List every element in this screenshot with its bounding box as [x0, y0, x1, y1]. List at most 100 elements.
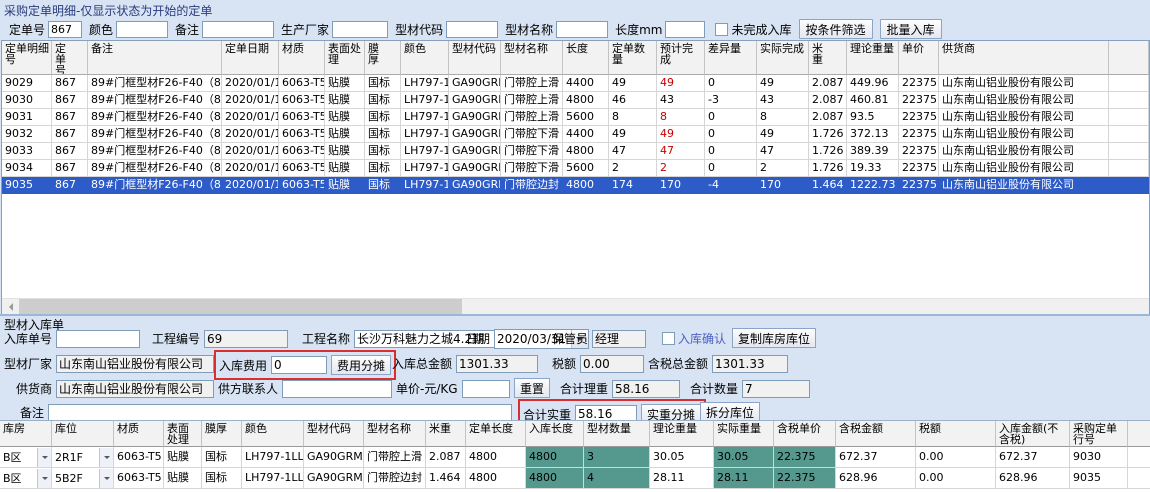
supplier-contact-input[interactable] — [282, 380, 392, 398]
dropdown-arrow-icon[interactable] — [37, 448, 51, 467]
column-header[interactable]: 米 重 — [809, 41, 847, 75]
column-header[interactable]: 实际完成 — [757, 41, 809, 75]
fee-share-button[interactable]: 费用分摊 — [331, 355, 391, 375]
column-header[interactable]: 实际重量 — [714, 421, 774, 447]
table-cell[interactable]: 628.96 — [996, 468, 1070, 489]
table-row[interactable]: 903186789#门框型材F26-F40（866+867）2020/01/13… — [2, 109, 1149, 126]
table-cell[interactable] — [1128, 468, 1150, 489]
table-row[interactable]: 903486789#门框型材F26-F40（866+867）2020/01/13… — [2, 160, 1149, 177]
column-header[interactable]: 理论重量 — [650, 421, 714, 447]
column-header[interactable]: 型材名称 — [364, 421, 426, 447]
table-row[interactable]: 903386789#门框型材F26-F40（866+867）2020/01/13… — [2, 143, 1149, 160]
table-cell[interactable]: 国标 — [202, 468, 242, 489]
split-location-button[interactable]: 拆分库位 — [700, 402, 760, 422]
column-header[interactable]: 预计完成 — [657, 41, 705, 75]
dropdown-arrow-icon[interactable] — [99, 448, 113, 467]
table-cell[interactable]: 门带腔上滑 — [364, 447, 426, 468]
unit-price-input[interactable] — [462, 380, 510, 398]
table-cell[interactable]: 4800 — [526, 468, 584, 489]
supplier-input[interactable] — [56, 380, 214, 398]
column-header[interactable]: 单价 — [899, 41, 939, 75]
column-header[interactable] — [1109, 41, 1149, 75]
column-header[interactable]: 材质 — [279, 41, 325, 75]
table-cell[interactable]: 4800 — [466, 447, 526, 468]
table-cell[interactable]: 贴膜 — [164, 468, 202, 489]
column-header[interactable]: 表面处理 — [325, 41, 365, 75]
inbound-confirm-checkbox[interactable] — [662, 332, 675, 345]
table-cell[interactable]: GA90GRM05 — [304, 468, 364, 489]
table-cell[interactable]: 4800 — [526, 447, 584, 468]
table-cell[interactable]: 30.05 — [714, 447, 774, 468]
table-cell[interactable]: 6063-T5 — [114, 447, 164, 468]
table-cell[interactable]: 国标 — [202, 447, 242, 468]
table-cell[interactable]: 672.37 — [996, 447, 1070, 468]
table-row[interactable]: B区5B2F6063-T5贴膜国标LH797-1LL0GA90GRM05门带腔边… — [0, 468, 1150, 489]
table-cell[interactable]: 0.00 — [916, 447, 996, 468]
filter-profile-name-input[interactable] — [556, 21, 608, 38]
column-header[interactable]: 定 单 号 — [52, 41, 88, 75]
table-cell[interactable]: 2R1F — [52, 447, 114, 468]
table-cell[interactable]: 2.087 — [426, 447, 466, 468]
table-cell[interactable]: 22.375 — [774, 468, 836, 489]
table-row[interactable]: 903286789#门框型材F26-F40（866+867）2020/01/13… — [2, 126, 1149, 143]
column-header[interactable]: 备注 — [88, 41, 222, 75]
column-header[interactable]: 长度 — [563, 41, 609, 75]
filter-order-no-input[interactable] — [48, 21, 82, 38]
filter-color-input[interactable] — [116, 21, 168, 38]
table-cell[interactable]: 672.37 — [836, 447, 916, 468]
batch-inbound-button[interactable]: 批量入库 — [880, 19, 942, 39]
copy-warehouse-location-button[interactable]: 复制库房库位 — [732, 328, 816, 348]
filter-manufacturer-input[interactable] — [332, 21, 388, 38]
filter-remark-input[interactable] — [202, 21, 274, 38]
column-header[interactable]: 膜 厚 — [365, 41, 401, 75]
table-cell[interactable]: 9035 — [1070, 468, 1128, 489]
table-cell[interactable]: 6063-T5 — [114, 468, 164, 489]
table-row[interactable]: B区2R1F6063-T5贴膜国标LH797-1LL0GA90GRM03门带腔上… — [0, 447, 1150, 468]
table-cell[interactable]: 0.00 — [916, 468, 996, 489]
table-cell[interactable]: 28.11 — [650, 468, 714, 489]
inbound-no-input[interactable] — [56, 330, 140, 348]
column-header[interactable]: 入库金额(不含税) — [996, 421, 1070, 447]
table-row[interactable]: 903086789#门框型材F26-F40（866+867）2020/01/13… — [2, 92, 1149, 109]
table-cell[interactable]: 4800 — [466, 468, 526, 489]
column-header[interactable]: 入库长度 — [526, 421, 584, 447]
keeper-input[interactable] — [592, 330, 646, 348]
manufacturer-input[interactable] — [56, 355, 214, 373]
column-header[interactable]: 库位 — [52, 421, 114, 447]
column-header[interactable]: 表面处理 — [164, 421, 202, 447]
column-header[interactable] — [1128, 421, 1150, 447]
column-header[interactable]: 膜厚 — [202, 421, 242, 447]
scroll-left-arrow-icon[interactable] — [2, 299, 18, 314]
table-row[interactable]: 902986789#门框型材F26-F40（866+867）2020/01/13… — [2, 75, 1149, 92]
horizontal-scrollbar[interactable] — [2, 298, 1149, 314]
table-cell[interactable] — [1128, 447, 1150, 468]
column-header[interactable]: 定单日期 — [222, 41, 279, 75]
column-header[interactable]: 差异量 — [705, 41, 757, 75]
unfinished-checkbox[interactable] — [715, 23, 728, 36]
column-header[interactable]: 米重 — [426, 421, 466, 447]
column-header[interactable]: 材质 — [114, 421, 164, 447]
table-cell[interactable]: 30.05 — [650, 447, 714, 468]
table-cell[interactable]: LH797-1LL0 — [242, 447, 304, 468]
table-cell[interactable]: 628.96 — [836, 468, 916, 489]
table-cell[interactable]: 22.375 — [774, 447, 836, 468]
inbound-total-input[interactable] — [456, 355, 538, 373]
reset-button[interactable]: 重置 — [514, 378, 550, 398]
remark-input[interactable] — [48, 404, 512, 422]
column-header[interactable]: 定单明细号 — [2, 41, 52, 75]
table-cell[interactable]: 门带腔边封 — [364, 468, 426, 489]
filter-profile-code-input[interactable] — [446, 21, 498, 38]
column-header[interactable]: 颜色 — [242, 421, 304, 447]
total-qty-input[interactable] — [742, 380, 810, 398]
filter-length-input[interactable] — [665, 21, 705, 38]
column-header[interactable]: 型材代码 — [304, 421, 364, 447]
dropdown-arrow-icon[interactable] — [37, 469, 51, 488]
column-header[interactable]: 含税金额 — [836, 421, 916, 447]
table-cell[interactable]: LH797-1LL0 — [242, 468, 304, 489]
tax-input[interactable] — [580, 355, 644, 373]
total-theory-weight-input[interactable] — [612, 380, 680, 398]
column-header[interactable]: 库房 — [0, 421, 52, 447]
column-header[interactable]: 型材代码 — [449, 41, 501, 75]
filter-by-condition-button[interactable]: 按条件筛选 — [799, 19, 873, 39]
table-cell[interactable]: 4 — [584, 468, 650, 489]
